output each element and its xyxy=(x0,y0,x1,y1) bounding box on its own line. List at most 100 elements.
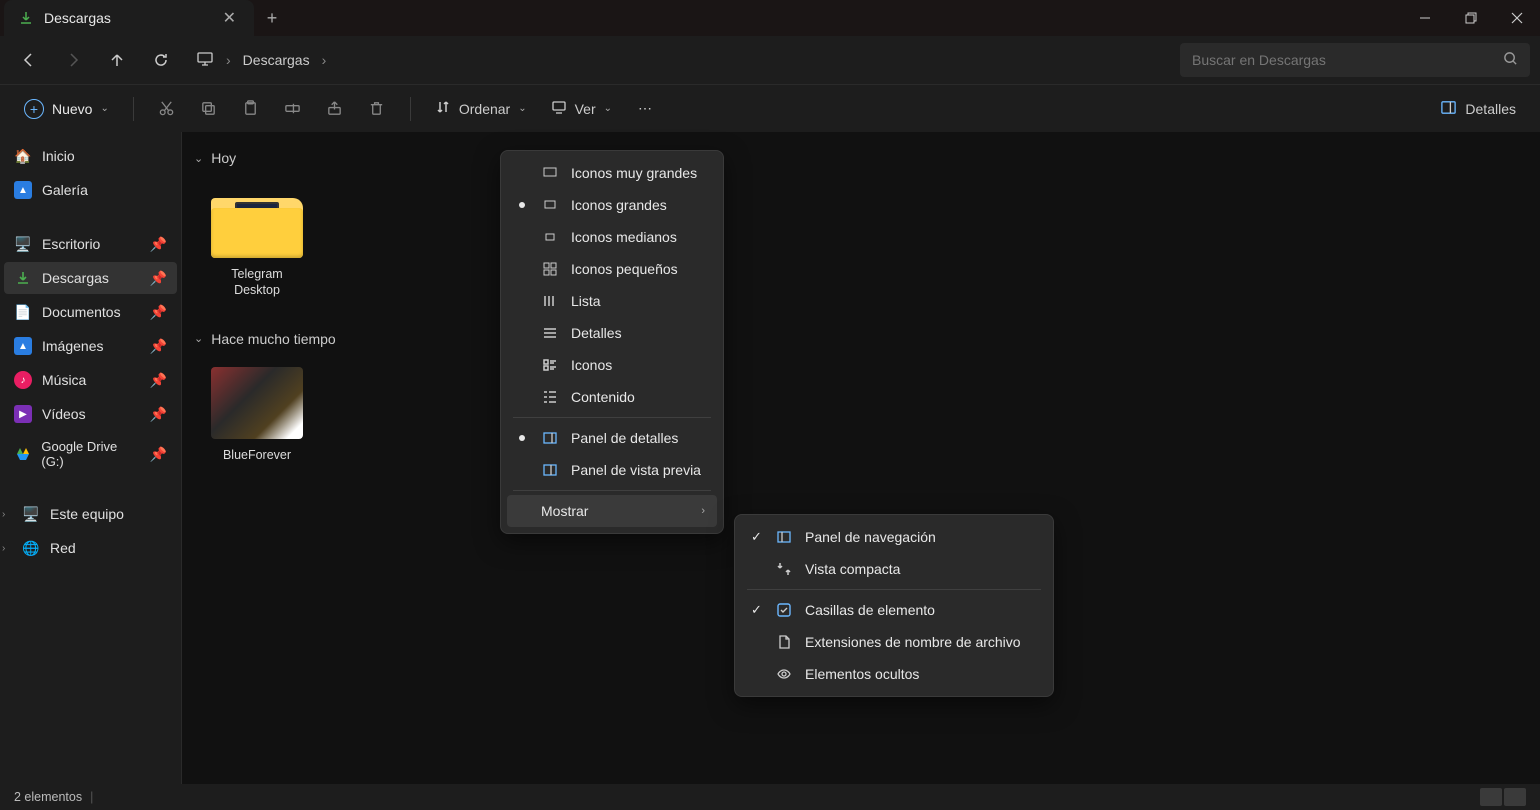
sort-button[interactable]: Ordenar ⌄ xyxy=(425,93,537,124)
menu-item-extensions[interactable]: Extensiones de nombre de archivo xyxy=(741,626,1047,658)
sidebar-item-musica[interactable]: ♪ Música 📌 xyxy=(4,364,177,396)
sidebar-this-pc[interactable]: › 🖥️ Este equipo xyxy=(4,498,177,530)
preview-pane-icon xyxy=(541,462,559,478)
menu-item-list[interactable]: Lista xyxy=(507,285,717,317)
details-pane-button[interactable]: Detalles xyxy=(1430,93,1526,125)
group-header-old[interactable]: ⌄ Hace mucho tiempo xyxy=(194,323,1528,355)
rename-button[interactable] xyxy=(274,92,312,126)
network-icon: 🌐 xyxy=(22,539,40,557)
paste-button[interactable] xyxy=(232,92,270,126)
menu-item-content[interactable]: Contenido xyxy=(507,381,717,413)
sort-icon xyxy=(435,99,451,118)
window-controls xyxy=(1402,0,1540,36)
menu-item-s-icons[interactable]: Iconos pequeños xyxy=(507,253,717,285)
sidebar-item-gdrive[interactable]: Google Drive (G:) 📌 xyxy=(4,432,177,476)
breadcrumb-location[interactable]: Descargas xyxy=(243,52,310,68)
back-button[interactable] xyxy=(10,41,48,79)
forward-button[interactable] xyxy=(54,41,92,79)
menu-label: Panel de detalles xyxy=(571,430,678,446)
tab-active[interactable]: Descargas ✕ xyxy=(4,0,254,36)
cut-button[interactable] xyxy=(148,92,186,126)
chevron-down-icon: ⌄ xyxy=(100,103,108,114)
sidebar-label: Google Drive (G:) xyxy=(41,439,139,469)
videos-icon: ▶ xyxy=(14,405,32,423)
search-icon[interactable] xyxy=(1503,51,1518,69)
more-button[interactable]: ⋯ xyxy=(626,92,664,126)
compact-icon xyxy=(775,561,793,577)
file-list: BlueForever xyxy=(194,355,1528,487)
content-icon xyxy=(541,389,559,405)
sidebar-item-escritorio[interactable]: 🖥️ Escritorio 📌 xyxy=(4,228,177,260)
copy-button[interactable] xyxy=(190,92,228,126)
new-button[interactable]: + Nuevo ⌄ xyxy=(14,93,119,125)
refresh-button[interactable] xyxy=(142,41,180,79)
view-button[interactable]: Ver ⌄ xyxy=(541,93,622,124)
l-icons-icon xyxy=(541,197,559,213)
home-icon: 🏠 xyxy=(14,147,32,165)
file-name: BlueForever xyxy=(223,447,291,463)
menu-label: Iconos muy grandes xyxy=(571,165,697,181)
show-submenu: ✓ Panel de navegación Vista compacta ✓ C… xyxy=(734,514,1054,697)
search-input[interactable] xyxy=(1192,52,1503,68)
group-header-hoy[interactable]: ⌄ Hoy xyxy=(194,142,1528,174)
menu-item-hidden[interactable]: Elementos ocultos xyxy=(741,658,1047,690)
sidebar-item-videos[interactable]: ▶ Vídeos 📌 xyxy=(4,398,177,430)
search-box[interactable] xyxy=(1180,43,1530,77)
view-details-button[interactable] xyxy=(1480,788,1502,806)
menu-item-details[interactable]: Detalles xyxy=(507,317,717,349)
share-button[interactable] xyxy=(316,92,354,126)
music-icon: ♪ xyxy=(14,371,32,389)
menu-item-l-icons[interactable]: Iconos grandes xyxy=(507,189,717,221)
menu-label: Contenido xyxy=(571,389,635,405)
menu-item-preview-pane[interactable]: Panel de vista previa xyxy=(507,454,717,486)
group-title: Hace mucho tiempo xyxy=(211,331,336,347)
menu-item-tiles[interactable]: Iconos xyxy=(507,349,717,381)
image-thumbnail xyxy=(211,367,303,439)
chevron-right-icon[interactable]: › xyxy=(2,543,5,554)
menu-item-details-pane[interactable]: Panel de detalles xyxy=(507,422,717,454)
group-title: Hoy xyxy=(211,150,236,166)
new-tab-button[interactable]: + xyxy=(254,0,290,36)
up-button[interactable] xyxy=(98,41,136,79)
menu-item-checkboxes[interactable]: ✓ Casillas de elemento xyxy=(741,594,1047,626)
sidebar-label: Inicio xyxy=(42,148,75,164)
menu-item-xl-icons[interactable]: Iconos muy grandes xyxy=(507,157,717,189)
view-icons-button[interactable] xyxy=(1504,788,1526,806)
file-item-telegram[interactable]: Telegram Desktop xyxy=(208,180,306,305)
menu-item-show[interactable]: Mostrar › xyxy=(507,495,717,527)
menu-label: Lista xyxy=(571,293,601,309)
chevron-right-icon[interactable]: › xyxy=(2,509,5,520)
sidebar-network[interactable]: › 🌐 Red xyxy=(4,532,177,564)
file-name: Telegram Desktop xyxy=(214,266,300,299)
menu-label: Panel de navegación xyxy=(805,529,936,545)
details-pane-icon xyxy=(1440,99,1457,119)
sidebar-gallery[interactable]: ▲ Galería xyxy=(4,174,177,206)
sidebar-item-descargas[interactable]: Descargas 📌 xyxy=(4,262,177,294)
selected-indicator xyxy=(519,435,525,441)
chevron-right-icon[interactable]: › xyxy=(322,52,327,68)
breadcrumb[interactable]: › Descargas › xyxy=(186,50,1174,71)
images-icon: ▲ xyxy=(14,337,32,355)
menu-item-compact[interactable]: Vista compacta xyxy=(741,553,1047,585)
file-item-blueforever[interactable]: BlueForever xyxy=(208,361,306,469)
xl-icons-icon xyxy=(541,165,559,181)
file-icon xyxy=(775,634,793,650)
menu-item-nav-pane[interactable]: ✓ Panel de navegación xyxy=(741,521,1047,553)
close-icon[interactable]: ✕ xyxy=(219,8,240,28)
eye-icon xyxy=(775,666,793,682)
status-view-switcher xyxy=(1480,788,1526,806)
close-button[interactable] xyxy=(1494,0,1540,36)
pin-icon: 📌 xyxy=(150,406,167,423)
view-dropdown: Iconos muy grandes Iconos grandes Iconos… xyxy=(500,150,724,534)
sidebar-home[interactable]: 🏠 Inicio xyxy=(4,140,177,172)
sidebar-item-imagenes[interactable]: ▲ Imágenes 📌 xyxy=(4,330,177,362)
sidebar-item-documentos[interactable]: 📄 Documentos 📌 xyxy=(4,296,177,328)
sidebar: 🏠 Inicio ▲ Galería 🖥️ Escritorio 📌 Desca… xyxy=(0,132,182,784)
delete-button[interactable] xyxy=(358,92,396,126)
sort-label: Ordenar xyxy=(459,101,510,117)
menu-item-m-icons[interactable]: Iconos medianos xyxy=(507,221,717,253)
maximize-button[interactable] xyxy=(1448,0,1494,36)
minimize-button[interactable] xyxy=(1402,0,1448,36)
menu-label: Mostrar xyxy=(541,503,588,519)
sidebar-label: Descargas xyxy=(42,270,109,286)
